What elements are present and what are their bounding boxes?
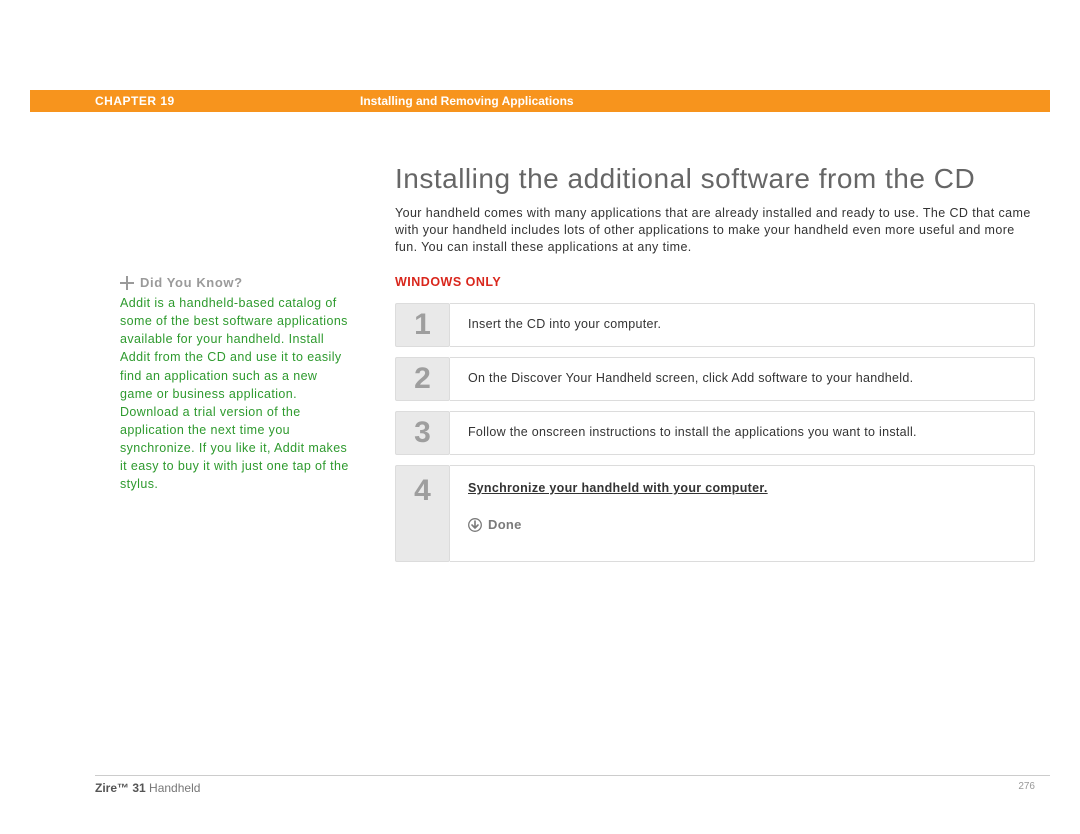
step-text: Synchronize your handheld with your comp… <box>450 465 1035 562</box>
step-text: Insert the CD into your computer. <box>450 303 1035 347</box>
done-arrow-icon <box>468 518 482 532</box>
step-number: 1 <box>395 303 450 347</box>
did-you-know-body: Addit is a handheld-based catalog of som… <box>120 294 350 493</box>
done-label: Done <box>488 516 522 534</box>
step-number: 3 <box>395 411 450 455</box>
step-row: 1 Insert the CD into your computer. <box>395 303 1035 347</box>
plus-icon <box>120 276 134 290</box>
step-number: 2 <box>395 357 450 401</box>
step-number: 4 <box>395 465 450 562</box>
chapter-label: CHAPTER 19 <box>95 94 335 108</box>
windows-only-label: WINDOWS ONLY <box>395 275 501 289</box>
page-number: 276 <box>1018 781 1050 795</box>
did-you-know-heading-text: Did You Know? <box>140 275 243 290</box>
did-you-know-sidebar: Did You Know? Addit is a handheld-based … <box>120 275 350 493</box>
chapter-header: CHAPTER 19 Installing and Removing Appli… <box>30 90 1050 112</box>
synchronize-link[interactable]: Synchronize your handheld with your comp… <box>468 481 768 495</box>
step-row: 3 Follow the onscreen instructions to in… <box>395 411 1035 455</box>
steps-list: 1 Insert the CD into your computer. 2 On… <box>395 303 1035 572</box>
step-row: 2 On the Discover Your Handheld screen, … <box>395 357 1035 401</box>
step-text: On the Discover Your Handheld screen, cl… <box>450 357 1035 401</box>
done-row: Done <box>468 516 1019 534</box>
did-you-know-heading: Did You Know? <box>120 275 350 290</box>
step-text: Follow the onscreen instructions to inst… <box>450 411 1035 455</box>
step-row: 4 Synchronize your handheld with your co… <box>395 465 1035 562</box>
page-footer: Zire™ 31 Handheld 276 <box>95 775 1050 795</box>
page-title: Installing the additional software from … <box>395 163 975 195</box>
chapter-title: Installing and Removing Applications <box>360 94 574 108</box>
product-name: Zire™ 31 Handheld <box>95 781 200 795</box>
intro-paragraph: Your handheld comes with many applicatio… <box>395 205 1035 256</box>
